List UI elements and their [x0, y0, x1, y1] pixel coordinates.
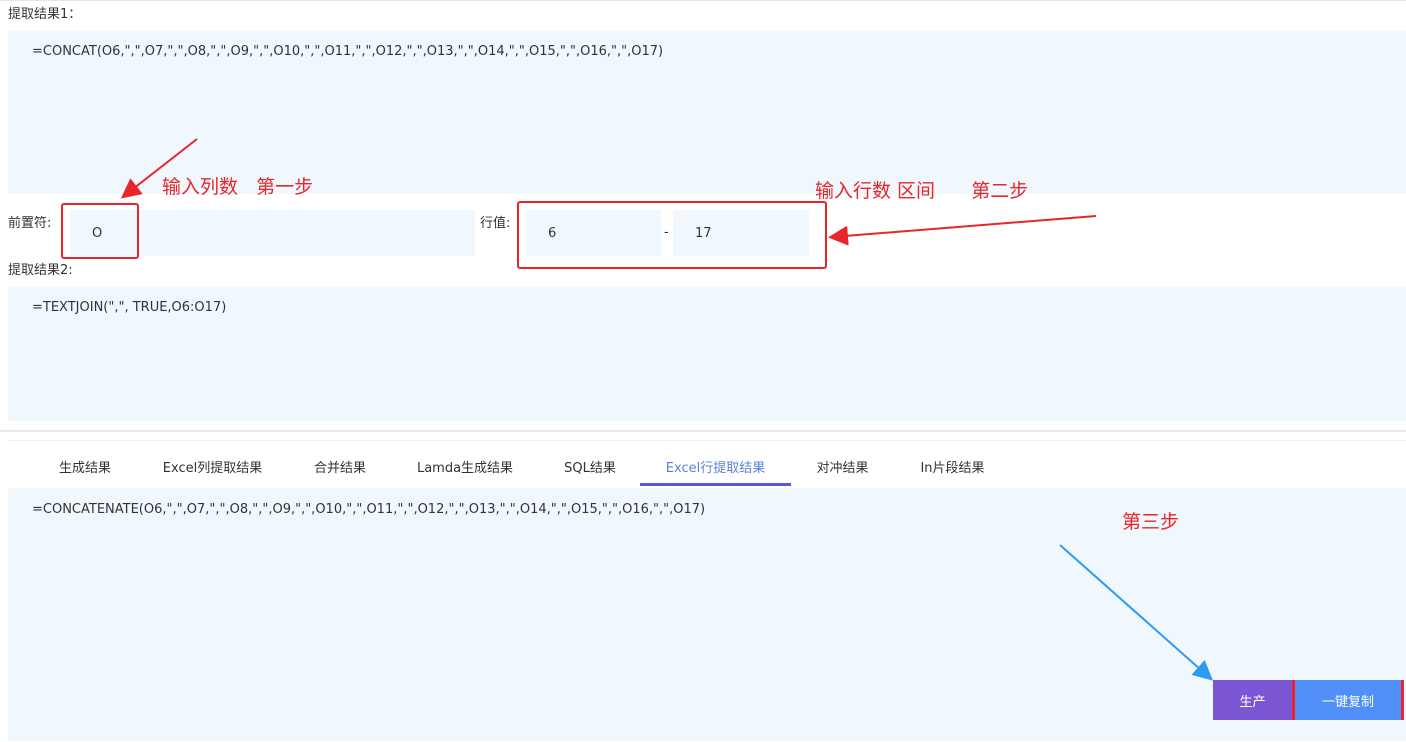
copy-button[interactable]: 一键复制 — [1292, 680, 1404, 720]
annotation-box-rows — [517, 201, 827, 269]
arrow-step2 — [828, 215, 1097, 246]
prefix-label: 前置符: — [8, 216, 52, 231]
top-divider — [0, 0, 1406, 1]
tab-lambda-result[interactable]: Lamda生成结果 — [405, 458, 525, 486]
tab-in-fragment-result[interactable]: In片段结果 — [905, 458, 1000, 486]
result1-title: 提取结果1： — [8, 7, 82, 22]
tab-generate-result[interactable]: 生成结果 — [40, 458, 130, 486]
row-label: 行值: — [480, 216, 511, 231]
tab-hedge-result[interactable]: 对冲结果 — [805, 458, 880, 486]
result2-text: =TEXTJOIN(",", TRUE,O6:O17) — [32, 300, 227, 315]
tab-result-text: =CONCATENATE(O6,",",O7,",",O8,",",O9,","… — [32, 502, 706, 517]
annotation-step2: 输入行数 区间 第二步 — [815, 180, 1029, 202]
annotation-step3: 第三步 — [1122, 511, 1180, 533]
tab-result-textarea[interactable]: =CONCATENATE(O6,",",O7,",",O8,",",O9,","… — [8, 488, 1406, 741]
tab-sql-result[interactable]: SQL结果 — [550, 458, 630, 486]
annotation-step1: 输入列数 第一步 — [162, 176, 314, 198]
result2-title: 提取结果2: — [8, 263, 73, 278]
result2-textarea[interactable]: =TEXTJOIN(",", TRUE,O6:O17) — [8, 287, 1406, 421]
tab-excel-row-result[interactable]: Excel行提取结果 — [640, 458, 791, 486]
annotation-box-prefix — [61, 203, 139, 259]
tab-excel-column-result[interactable]: Excel列提取结果 — [150, 458, 275, 486]
result1-text: =CONCAT(O6,",",O7,",",O8,",",O9,",",O10,… — [32, 44, 664, 59]
section-divider — [0, 430, 1406, 432]
tab-merge-result[interactable]: 合并结果 — [300, 458, 380, 486]
result1-textarea[interactable]: =CONCAT(O6,",",O7,",",O8,",",O9,",",O10,… — [8, 31, 1406, 194]
generate-button[interactable]: 生产 — [1213, 680, 1292, 720]
